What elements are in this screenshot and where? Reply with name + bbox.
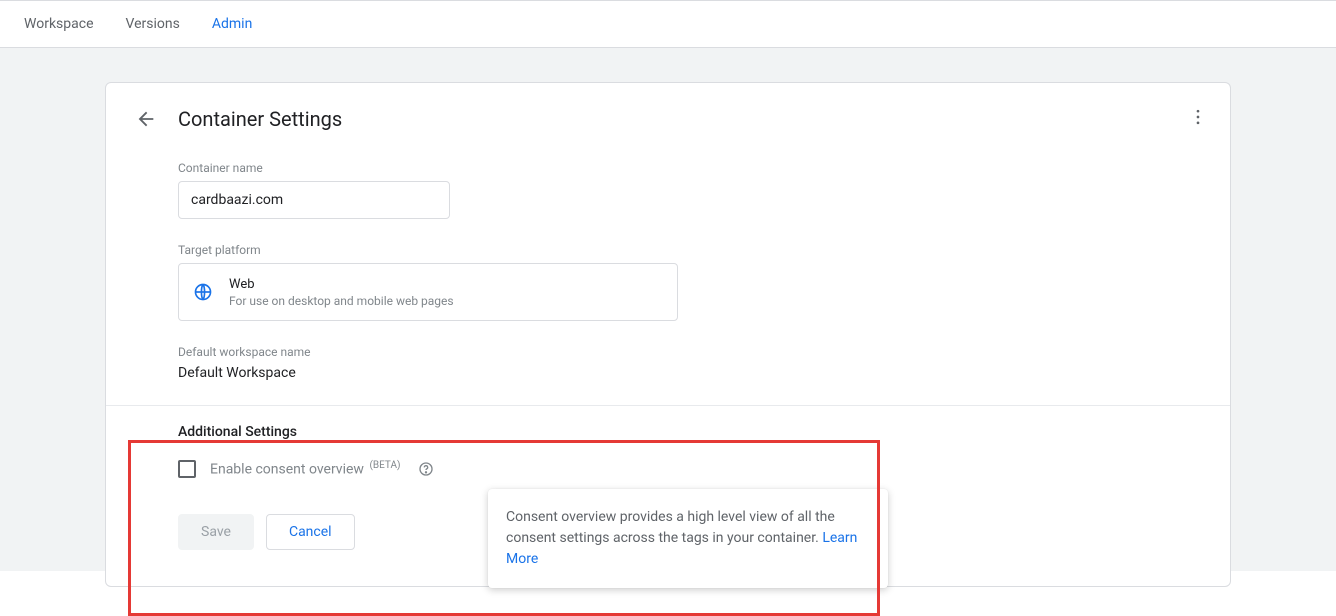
overflow-menu-icon[interactable] (1186, 105, 1210, 129)
consent-label-text: Enable consent overview (210, 462, 364, 478)
section-divider (106, 405, 1230, 406)
additional-settings-section: Additional Settings Enable consent overv… (178, 424, 1202, 550)
nav-admin[interactable]: Admin (212, 16, 252, 32)
container-name-label: Container name (178, 161, 1202, 175)
back-arrow-icon[interactable] (134, 107, 158, 131)
page-title: Container Settings (178, 107, 342, 131)
consent-checkbox-row: Enable consent overview (BETA) (178, 460, 1202, 478)
settings-card: Container Settings Container name Target… (105, 82, 1231, 587)
cancel-button[interactable]: Cancel (266, 514, 355, 550)
form-block: Container name Target platform Web For u… (178, 161, 1202, 381)
target-platform-label: Target platform (178, 243, 1202, 257)
additional-settings-heading: Additional Settings (178, 424, 1202, 440)
top-nav: Workspace Versions Admin (0, 0, 1336, 48)
card-header: Container Settings (134, 107, 1202, 131)
consent-tooltip: Consent overview provides a high level v… (488, 489, 888, 588)
page-background: Container Settings Container name Target… (0, 48, 1336, 571)
nav-versions[interactable]: Versions (126, 16, 180, 32)
save-button[interactable]: Save (178, 514, 254, 550)
tooltip-text: Consent overview provides a high level v… (506, 509, 835, 546)
globe-icon (193, 282, 213, 302)
help-icon[interactable] (418, 461, 434, 477)
consent-checkbox-label: Enable consent overview (BETA) (210, 460, 400, 478)
workspace-name-label: Default workspace name (178, 345, 1202, 359)
target-platform-box[interactable]: Web For use on desktop and mobile web pa… (178, 263, 678, 321)
nav-workspace[interactable]: Workspace (24, 16, 94, 32)
beta-tag: (BETA) (369, 460, 400, 471)
container-name-input[interactable] (178, 181, 450, 219)
workspace-name-value: Default Workspace (178, 365, 1202, 381)
platform-subtitle: For use on desktop and mobile web pages (229, 294, 454, 308)
consent-checkbox[interactable] (178, 460, 196, 478)
platform-title: Web (229, 277, 454, 292)
